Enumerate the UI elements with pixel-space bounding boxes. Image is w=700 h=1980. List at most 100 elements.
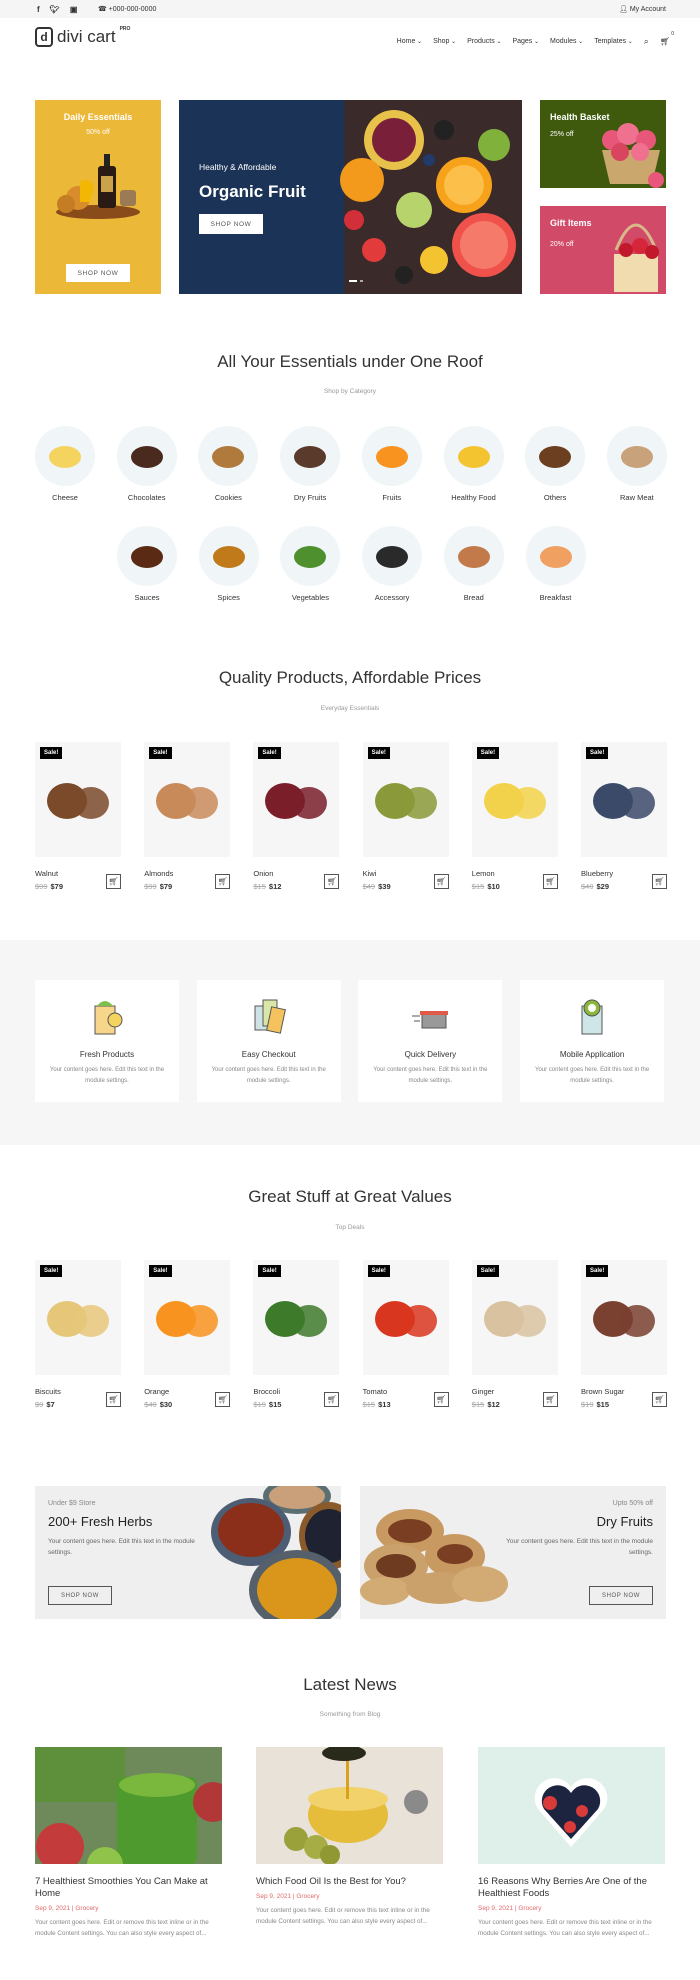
add-to-cart-button[interactable]: 🛒︎ — [652, 1392, 667, 1407]
category-item[interactable]: Raw Meat — [606, 426, 667, 502]
category-item[interactable]: Healthy Food — [443, 426, 504, 502]
category-image[interactable] — [198, 426, 259, 486]
product-image[interactable]: Sale! — [253, 742, 340, 857]
nav-home[interactable]: Home — [397, 38, 422, 45]
category-image[interactable] — [35, 426, 95, 486]
news-meta[interactable]: Sep 9, 2021 | Grocery — [478, 1905, 665, 1912]
nav-modules[interactable]: Modules — [550, 38, 583, 45]
category-item[interactable]: Cheese — [35, 426, 95, 502]
category-item[interactable]: Fruits — [361, 426, 422, 502]
category-item[interactable]: Vegetables — [280, 526, 341, 602]
add-to-cart-button[interactable]: 🛒︎ — [324, 1392, 340, 1407]
facebook-icon[interactable]: f — [37, 5, 40, 14]
promo-tile-gift-items[interactable]: Gift Items 20% off — [540, 206, 666, 294]
category-item[interactable]: Breakfast — [525, 526, 586, 602]
cart-icon[interactable]: 🛒︎ 0 — [660, 31, 674, 46]
category-image[interactable] — [362, 526, 423, 586]
search-icon[interactable]: ⌕ — [644, 36, 649, 47]
add-to-cart-button[interactable]: 🛒︎ — [433, 1392, 449, 1407]
news-image-oil[interactable] — [256, 1747, 443, 1864]
category-item[interactable]: Cookies — [198, 426, 259, 502]
cart-icon: 🛒︎ — [654, 877, 665, 886]
feature-text: Your content goes here. Edit this text i… — [373, 1067, 488, 1084]
category-item[interactable]: Accessory — [362, 526, 423, 602]
promo-banner-dry-fruits[interactable]: Upto 50% off Dry Fruits Your content goe… — [360, 1486, 666, 1619]
product-photo — [374, 1300, 437, 1337]
product-image[interactable]: Sale! — [581, 742, 667, 857]
pecans-image — [360, 1509, 508, 1605]
category-item[interactable]: Chocolates — [116, 426, 177, 502]
product-image[interactable]: Sale! — [144, 1260, 231, 1375]
nav-templates[interactable]: Templates — [594, 38, 633, 45]
news-title-link[interactable]: 7 Healthiest Smoothies You Can Make at H… — [35, 1876, 222, 1900]
category-image[interactable] — [280, 426, 341, 486]
logo[interactable]: d divi cart PRO — [35, 26, 130, 47]
category-image[interactable] — [198, 526, 259, 586]
add-to-cart-button[interactable]: 🛒︎ — [542, 1392, 558, 1407]
category-label: Bread — [463, 593, 484, 602]
news-title-link[interactable]: 16 Reasons Why Berries Are One of the He… — [478, 1876, 665, 1900]
product-image[interactable]: Sale! — [144, 742, 231, 857]
strawberry-basket-image — [614, 223, 659, 292]
category-image[interactable] — [280, 526, 341, 586]
twitter-icon[interactable]: 🐦︎ — [50, 5, 60, 14]
category-image[interactable] — [443, 426, 504, 486]
product-image[interactable]: Sale! — [362, 742, 449, 857]
dry-fruits-shop-now-button[interactable]: SHOP NOW — [589, 1586, 653, 1605]
nav-shop[interactable]: Shop — [433, 38, 456, 45]
product-image[interactable]: Sale! — [362, 1260, 449, 1375]
category-item[interactable]: Sauces — [117, 526, 177, 602]
daily-essentials-shop-now-button[interactable]: SHOP NOW — [66, 264, 130, 282]
add-to-cart-button[interactable]: 🛒︎ — [652, 874, 667, 889]
news-meta[interactable]: Sep 9, 2021 | Grocery — [35, 1905, 222, 1912]
category-item[interactable]: Spices — [198, 526, 259, 602]
herbs-shop-now-button[interactable]: SHOP NOW — [48, 1586, 112, 1605]
nav-products[interactable]: Products — [467, 38, 501, 45]
category-image[interactable] — [525, 426, 586, 486]
logo-mark-icon: d — [35, 27, 53, 47]
category-item[interactable]: Dry Fruits — [280, 426, 341, 502]
category-image[interactable] — [443, 526, 504, 586]
hero-shop-now-button[interactable]: SHOP NOW — [199, 214, 263, 234]
product-image[interactable]: Sale! — [471, 1260, 558, 1375]
add-to-cart-button[interactable]: 🛒︎ — [433, 874, 449, 889]
category-item[interactable]: Bread — [443, 526, 504, 602]
category-image[interactable] — [116, 426, 177, 486]
slider-dot-active[interactable] — [349, 280, 357, 282]
product-image[interactable]: Sale! — [35, 1260, 121, 1375]
category-item[interactable]: Others — [525, 426, 586, 502]
news-image-smoothie[interactable] — [35, 1747, 222, 1864]
my-account-link[interactable]: 👤︎ My Account — [619, 5, 666, 13]
add-to-cart-button[interactable]: 🛒︎ — [542, 874, 558, 889]
product-card: Sale! Tomato $15 $13 🛒︎ — [362, 1260, 449, 1409]
sale-price: $79 — [50, 882, 64, 891]
category-image[interactable] — [117, 526, 177, 586]
slider-dot[interactable] — [360, 280, 363, 282]
news-image-berries[interactable] — [478, 1747, 665, 1864]
instagram-icon[interactable]: ▣ — [70, 5, 78, 14]
add-to-cart-button[interactable]: 🛒︎ — [215, 874, 231, 889]
add-to-cart-button[interactable]: 🛒︎ — [106, 1392, 121, 1407]
product-image[interactable]: Sale! — [35, 742, 121, 857]
product-image[interactable]: Sale! — [581, 1260, 667, 1375]
nav-pages[interactable]: Pages — [512, 38, 539, 45]
sale-price: $10 — [487, 882, 500, 891]
feature-card: Fresh Products Your content goes here. Ed… — [35, 980, 179, 1102]
product-image[interactable]: Sale! — [253, 1260, 340, 1375]
news-title-link[interactable]: Which Food Oil Is the Best for You? — [256, 1876, 443, 1888]
add-to-cart-button[interactable]: 🛒︎ — [106, 874, 121, 889]
category-image[interactable] — [606, 426, 667, 486]
phone-contact[interactable]: ☎ +000-000-0000 — [98, 5, 156, 13]
add-to-cart-button[interactable]: 🛒︎ — [215, 1392, 231, 1407]
phone-number: +000-000-0000 — [108, 6, 157, 13]
promo-tile-daily-essentials[interactable]: Daily Essentials 50% off SHOP NOW — [35, 100, 161, 294]
promo-tile-health-basket[interactable]: Health Basket 25% off — [540, 100, 666, 188]
add-to-cart-button[interactable]: 🛒︎ — [324, 874, 340, 889]
news-meta[interactable]: Sep 9, 2021 | Grocery — [256, 1893, 443, 1900]
hero-title: Organic Fruit — [199, 182, 306, 201]
category-image[interactable] — [525, 526, 586, 586]
product-photo — [47, 782, 109, 819]
promo-banner-herbs[interactable]: Under $9 Store 200+ Fresh Herbs Your con… — [35, 1486, 341, 1619]
product-image[interactable]: Sale! — [471, 742, 558, 857]
category-image[interactable] — [361, 426, 422, 486]
